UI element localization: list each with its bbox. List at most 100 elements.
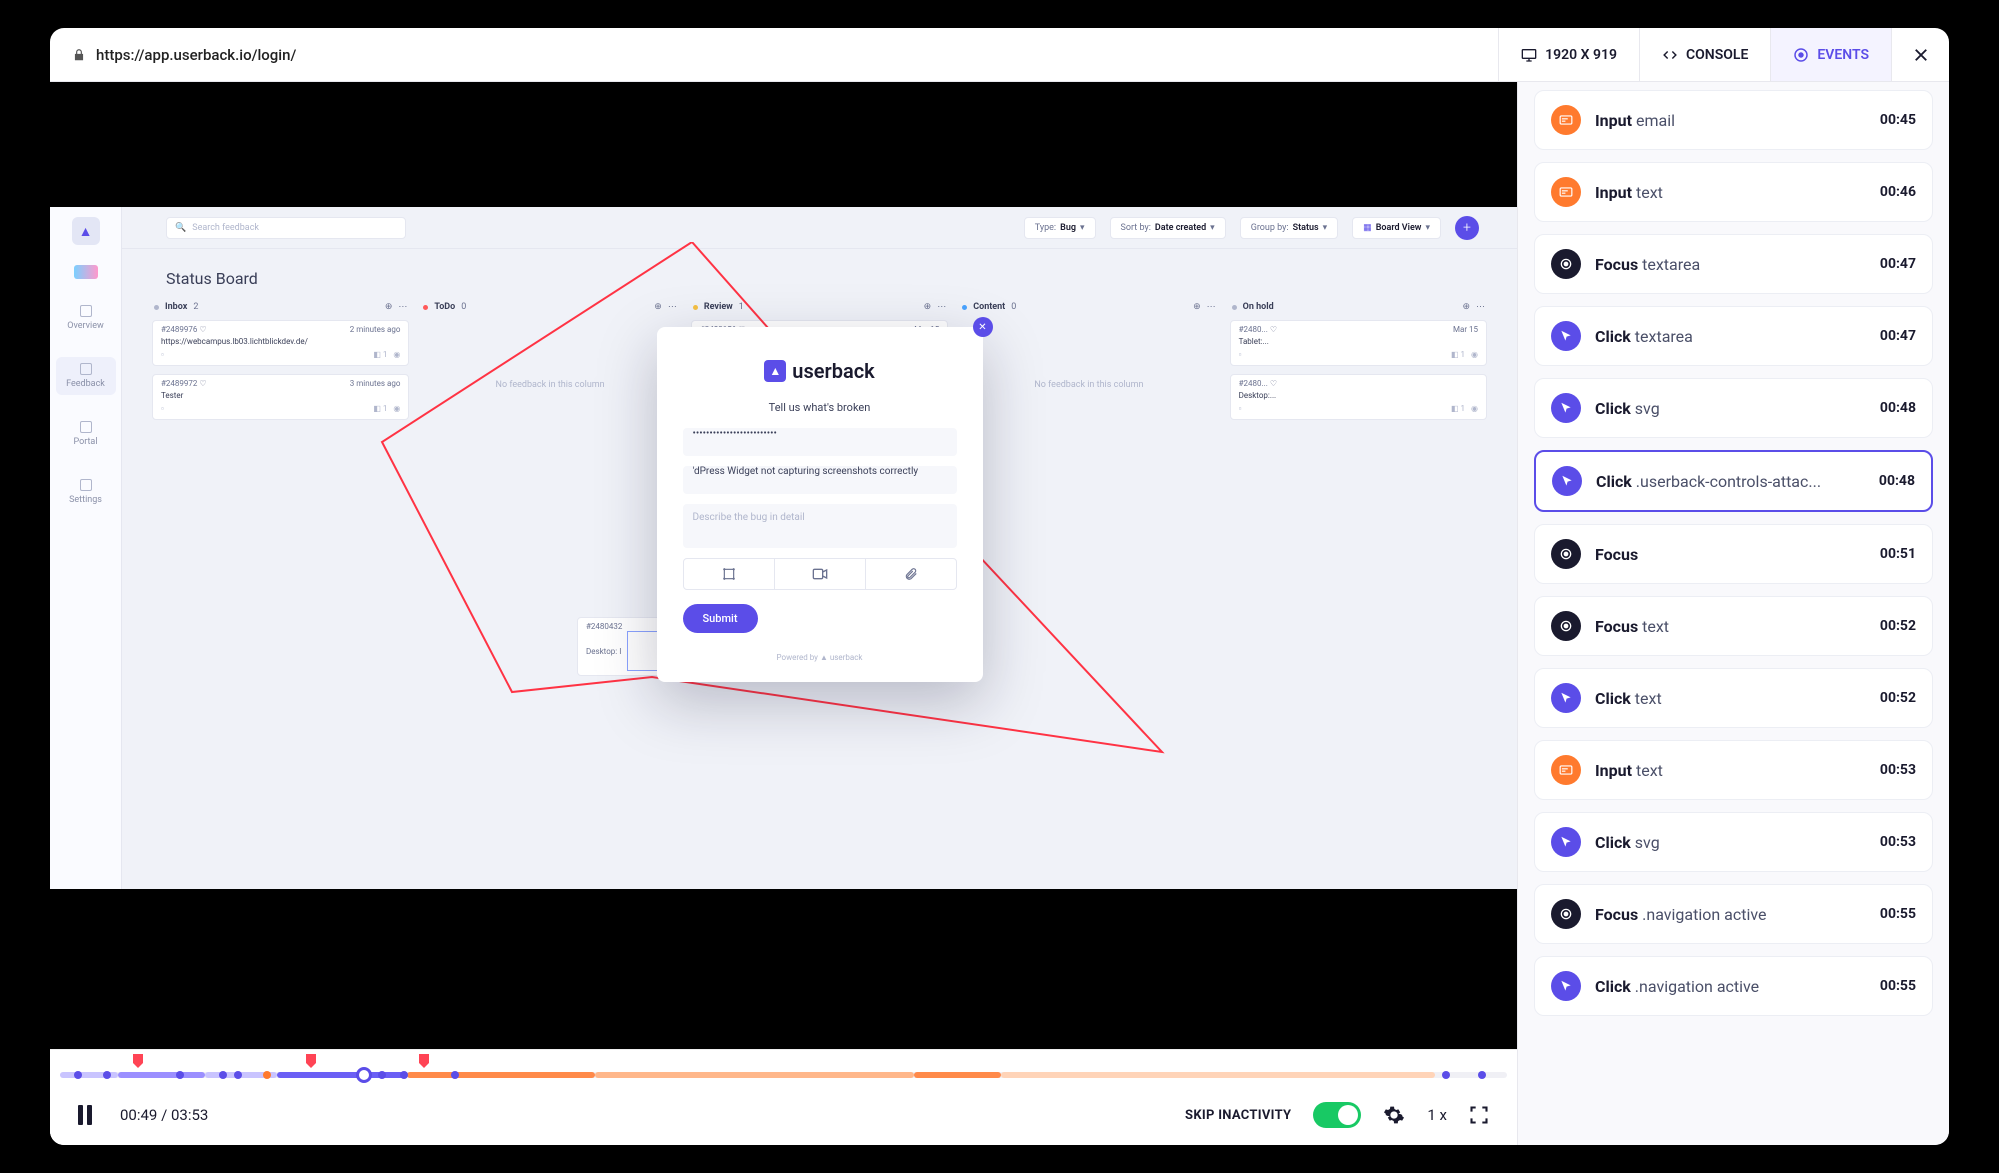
event-time: 00:47 bbox=[1880, 256, 1916, 272]
event-row[interactable]: Focus textarea 00:47 bbox=[1534, 234, 1933, 294]
monitor-icon bbox=[1521, 48, 1537, 62]
modal-subtitle: Tell us what's broken bbox=[683, 401, 957, 414]
event-label: Input text bbox=[1595, 183, 1866, 202]
click-event-icon bbox=[1551, 971, 1581, 1001]
event-label: Focus bbox=[1595, 545, 1866, 564]
top-controls: 1920 X 919 CONSOLE EVENTS bbox=[1498, 28, 1949, 81]
event-row[interactable]: Click text 00:52 bbox=[1534, 668, 1933, 728]
fullscreen-button[interactable] bbox=[1469, 1105, 1489, 1125]
events-panel[interactable]: Input email 00:45 Input text 00:46 Focus… bbox=[1517, 82, 1949, 1145]
modal-powered-by: Powered by ▲ userback bbox=[683, 633, 957, 662]
event-time: 00:52 bbox=[1880, 690, 1916, 706]
playback-bar: 00:49 / 03:53 SKIP INACTIVITY 1 x bbox=[50, 1049, 1517, 1145]
recorded-nav-settings: Settings bbox=[56, 473, 116, 511]
click-event-icon bbox=[1551, 321, 1581, 351]
event-label: Click textarea bbox=[1595, 327, 1866, 346]
event-row[interactable]: Focus text 00:52 bbox=[1534, 596, 1933, 656]
recorded-page: ▲ Overview Feedback Portal Settings 🔍Sea… bbox=[50, 207, 1517, 889]
input-event-icon bbox=[1551, 105, 1581, 135]
time-display: 00:49 / 03:53 bbox=[120, 1106, 208, 1124]
settings-button[interactable] bbox=[1383, 1104, 1405, 1126]
event-time: 00:46 bbox=[1880, 184, 1916, 200]
event-row[interactable]: Click svg 00:53 bbox=[1534, 812, 1933, 872]
url-bar: https://app.userback.io/login/ bbox=[50, 46, 1498, 64]
event-time: 00:55 bbox=[1880, 978, 1916, 994]
modal-submit-button: Submit bbox=[683, 604, 758, 633]
console-tab[interactable]: CONSOLE bbox=[1639, 28, 1770, 81]
event-time: 00:52 bbox=[1880, 618, 1916, 634]
event-label: Click .navigation active bbox=[1595, 977, 1866, 996]
event-label: Focus text bbox=[1595, 617, 1866, 636]
recorded-main: 🔍Search feedback Type:Bug▾ Sort by:Date … bbox=[122, 207, 1517, 889]
event-row[interactable]: Focus .navigation active 00:55 bbox=[1534, 884, 1933, 944]
code-icon bbox=[1662, 48, 1678, 62]
input-event-icon bbox=[1551, 177, 1581, 207]
click-event-icon bbox=[1552, 466, 1582, 496]
event-label: Click text bbox=[1595, 689, 1866, 708]
close-button[interactable] bbox=[1891, 28, 1949, 81]
event-row[interactable]: Input text 00:46 bbox=[1534, 162, 1933, 222]
feedback-modal: ✕ ▲userback Tell us what's broken ••••••… bbox=[657, 327, 983, 682]
timeline-marker-icon bbox=[419, 1054, 429, 1068]
input-event-icon bbox=[1551, 755, 1581, 785]
timeline-playhead[interactable] bbox=[356, 1067, 372, 1083]
event-row[interactable]: Click svg 00:48 bbox=[1534, 378, 1933, 438]
recorded-nav-feedback: Feedback bbox=[56, 357, 116, 395]
speed-button[interactable]: 1 x bbox=[1427, 1106, 1447, 1124]
event-row[interactable]: Focus 00:51 bbox=[1534, 524, 1933, 584]
recorded-workspace-icon bbox=[74, 265, 98, 279]
recorded-nav-portal: Portal bbox=[56, 415, 116, 453]
pause-button[interactable] bbox=[78, 1105, 98, 1125]
event-time: 00:45 bbox=[1880, 112, 1916, 128]
event-time: 00:48 bbox=[1879, 473, 1915, 489]
click-event-icon bbox=[1551, 683, 1581, 713]
event-label: Click .userback-controls-attac... bbox=[1596, 472, 1865, 491]
focus-event-icon bbox=[1551, 611, 1581, 641]
event-label: Input text bbox=[1595, 761, 1866, 780]
playback-controls: 00:49 / 03:53 SKIP INACTIVITY 1 x bbox=[50, 1085, 1517, 1145]
focus-event-icon bbox=[1551, 539, 1581, 569]
skip-inactivity-toggle[interactable] bbox=[1313, 1102, 1361, 1128]
event-label: Focus textarea bbox=[1595, 255, 1866, 274]
recorded-logo-icon: ▲ bbox=[72, 217, 100, 245]
event-label: Focus .navigation active bbox=[1595, 905, 1866, 924]
modal-brand: ▲userback bbox=[683, 359, 957, 383]
top-bar: https://app.userback.io/login/ 1920 X 91… bbox=[50, 28, 1949, 82]
modal-close-icon: ✕ bbox=[973, 317, 993, 337]
main-area: ▲ Overview Feedback Portal Settings 🔍Sea… bbox=[50, 82, 1949, 1145]
recorded-sidebar: ▲ Overview Feedback Portal Settings bbox=[50, 207, 122, 889]
video-icon bbox=[774, 559, 865, 589]
recorded-nav-overview: Overview bbox=[56, 299, 116, 337]
console-label: CONSOLE bbox=[1686, 47, 1748, 63]
timeline-marker-icon bbox=[306, 1054, 316, 1068]
viewport-column: ▲ Overview Feedback Portal Settings 🔍Sea… bbox=[50, 82, 1517, 1145]
skip-inactivity-label: SKIP INACTIVITY bbox=[1185, 1108, 1291, 1123]
events-tab[interactable]: EVENTS bbox=[1770, 28, 1891, 81]
click-event-icon bbox=[1551, 827, 1581, 857]
event-label: Input email bbox=[1595, 111, 1866, 130]
event-time: 00:55 bbox=[1880, 906, 1916, 922]
click-event-icon bbox=[1551, 393, 1581, 423]
timeline-marker-icon bbox=[133, 1054, 143, 1068]
event-time: 00:47 bbox=[1880, 328, 1916, 344]
close-icon bbox=[1912, 46, 1930, 64]
events-label: EVENTS bbox=[1817, 47, 1869, 63]
modal-actions: Attach a file bbox=[683, 558, 957, 590]
events-icon bbox=[1793, 47, 1809, 63]
lock-icon bbox=[72, 48, 86, 62]
event-row[interactable]: Click .navigation active 00:55 bbox=[1534, 956, 1933, 1016]
event-time: 00:53 bbox=[1880, 762, 1916, 778]
viewport-size-button[interactable]: 1920 X 919 bbox=[1498, 28, 1639, 81]
focus-event-icon bbox=[1551, 899, 1581, 929]
event-row[interactable]: Click .userback-controls-attac... 00:48 bbox=[1534, 450, 1933, 512]
event-time: 00:48 bbox=[1880, 400, 1916, 416]
event-label: Click svg bbox=[1595, 399, 1866, 418]
timeline[interactable] bbox=[50, 1049, 1517, 1085]
event-row[interactable]: Input email 00:45 bbox=[1534, 90, 1933, 150]
event-row[interactable]: Click textarea 00:47 bbox=[1534, 306, 1933, 366]
focus-event-icon bbox=[1551, 249, 1581, 279]
modal-field-email: ••••••••••••••••••••••••• bbox=[683, 428, 957, 456]
session-viewport[interactable]: ▲ Overview Feedback Portal Settings 🔍Sea… bbox=[50, 82, 1517, 1049]
event-label: Click svg bbox=[1595, 833, 1866, 852]
event-row[interactable]: Input text 00:53 bbox=[1534, 740, 1933, 800]
